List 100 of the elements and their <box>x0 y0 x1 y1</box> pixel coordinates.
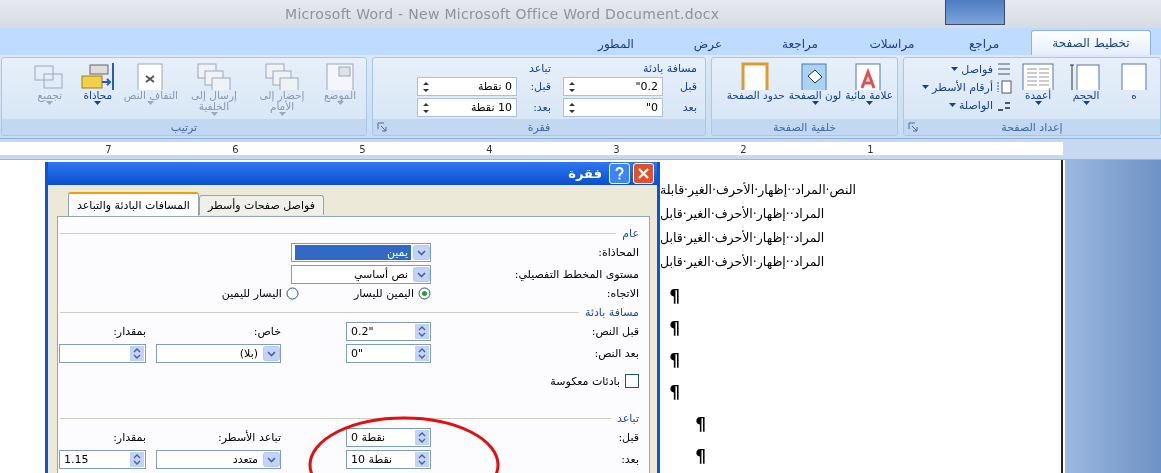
ribbon-tab[interactable]: مراجعة <box>755 32 845 55</box>
spinner-field[interactable]: 10 نقطة <box>346 450 431 469</box>
ruler-number: 2 <box>739 143 748 155</box>
caret-icon <box>278 112 286 116</box>
paragraph-mark: ¶ <box>695 445 706 468</box>
group-title: إعداد الصفحة <box>1001 120 1063 134</box>
radio-option[interactable]: اليمين لليسار <box>353 287 431 300</box>
spin-arrows-icon <box>422 80 430 93</box>
caret-icon <box>865 101 873 105</box>
office-button[interactable] <box>945 0 1005 25</box>
page-icon <box>1120 62 1148 90</box>
ruler-number: 3 <box>612 143 621 155</box>
ribbon-tab[interactable]: مراسلات <box>847 32 937 55</box>
caret-icon <box>147 101 155 105</box>
paragraph-mark: ¶ <box>669 317 680 340</box>
spin-arrows-icon <box>130 346 144 361</box>
ruler-number: 7 <box>104 143 113 155</box>
caret-icon <box>1034 101 1042 105</box>
dialog-tab[interactable]: المسافات البادئة والتباعد <box>68 192 199 216</box>
dropdown[interactable]: يمين <box>291 243 431 262</box>
dialog-launcher-icon[interactable] <box>377 122 387 132</box>
text-wrap-icon <box>135 62 166 90</box>
ribbon-button[interactable]: لون الصفحة <box>788 62 842 105</box>
checkbox[interactable] <box>625 374 639 388</box>
help-button[interactable] <box>609 163 630 184</box>
dropdown[interactable]: نص أساسي <box>291 265 431 284</box>
ribbon-tab[interactable]: المطور <box>571 32 661 55</box>
caret-icon <box>210 112 218 116</box>
close-icon <box>638 168 649 179</box>
caret-icon <box>951 67 959 71</box>
spinner-field[interactable]: 0.2" <box>346 322 431 341</box>
field-label: قبل <box>679 80 697 93</box>
spinner-field[interactable]: 0 نقطة <box>417 77 517 96</box>
ribbon-button[interactable]: الحجم <box>1064 62 1108 105</box>
spinner-field[interactable]: 0 نقطة <box>346 428 431 447</box>
caret-icon <box>922 85 930 89</box>
ribbon-small-button[interactable]: أرقام الأسطر <box>922 80 1012 94</box>
caret-icon <box>94 101 102 105</box>
spin-arrows-icon <box>415 346 429 361</box>
field-label: بعد: <box>620 453 639 466</box>
page-breaks-icon <box>996 62 1012 76</box>
caret-icon <box>811 101 819 105</box>
position-icon <box>324 62 356 90</box>
paragraph-mark: ¶ <box>669 285 680 308</box>
section-title: مسافة بادئة <box>642 62 697 75</box>
ribbon-tab[interactable]: تخطيط الصفحة <box>1031 30 1151 55</box>
paint-bucket-page-icon <box>800 62 830 90</box>
field-label: الاتجاه: <box>605 287 639 300</box>
ribbon-small-button[interactable]: فواصل <box>922 62 1012 76</box>
field-label: قبل: <box>617 431 639 444</box>
document-text-line: المراد··إظهار·الأحرف·الغير·قابل <box>660 205 825 224</box>
group-title: ترتيب <box>170 120 198 134</box>
document-text-line: النص·المراد··إظهار·الأحرف·الغير·قابلة <box>660 181 856 200</box>
document-text-line: المراد··إظهار·الأحرف·الغير·قابل <box>660 229 825 248</box>
align-icon <box>79 62 116 90</box>
field-label: قبل النص: <box>590 325 639 338</box>
ribbon-tab[interactable]: عرض <box>663 32 753 55</box>
spinner-field[interactable] <box>59 344 146 363</box>
ribbon-button[interactable]: أعمدة <box>1016 62 1060 105</box>
layers-icon <box>196 62 232 90</box>
field-label: بمقدار: <box>112 431 146 444</box>
spinner-field[interactable]: 0" <box>346 344 431 363</box>
field-label: مستوى المخطط التفصيلي: <box>513 268 639 281</box>
ribbon-button[interactable]: ه <box>1112 62 1156 101</box>
spinner-field[interactable]: 1.15 <box>59 450 146 469</box>
field-label: بعد النص: <box>593 347 639 360</box>
paragraph-mark: ¶ <box>669 349 680 372</box>
ribbon-button[interactable]: حدود الصفحة <box>726 62 785 101</box>
spin-arrows-icon <box>422 101 430 114</box>
close-button[interactable] <box>633 163 654 184</box>
line-numbers-icon <box>996 80 1012 94</box>
checkbox-option[interactable]: بادئات معكوسة <box>291 374 639 388</box>
spin-arrows-icon <box>415 324 429 339</box>
dialog-tab[interactable]: فواصل صفحات وأسطر <box>198 195 324 215</box>
ruler-number: 6 <box>231 143 240 155</box>
spinner-field[interactable]: 10 نقطة <box>417 98 517 117</box>
field-label: بمقدار: <box>112 325 146 338</box>
section-title: تباعد <box>527 62 551 75</box>
spin-arrows-icon <box>568 101 576 114</box>
spin-arrows-icon <box>568 80 576 93</box>
ribbon-button[interactable]: محاذاة <box>75 62 120 105</box>
columns-icon <box>1021 62 1055 90</box>
ribbon-small-button[interactable]: الواصلة <box>922 98 1012 112</box>
ribbon-tab[interactable]: مراجع <box>939 32 1029 55</box>
caret-icon <box>1082 101 1090 105</box>
page-borders-icon <box>740 62 771 90</box>
question-mark-icon <box>615 167 624 180</box>
dropdown[interactable]: (بلا) <box>156 344 281 363</box>
paragraph-mark: ¶ <box>669 381 680 404</box>
dropdown[interactable]: متعدد <box>156 450 281 469</box>
dialog-title: فقرة <box>568 166 602 181</box>
field-label: خاص: <box>253 325 281 338</box>
page-size-icon <box>1069 62 1103 90</box>
dialog-launcher-icon[interactable] <box>908 122 918 132</box>
document-text-line: المراد··إظهار·الأحرف·الغير·قابل <box>660 253 825 272</box>
spinner-field[interactable]: 0" <box>563 98 663 117</box>
radio-option[interactable]: اليسار لليمين <box>221 287 299 300</box>
ribbon-button[interactable]: علامة مائية <box>845 62 893 105</box>
spinner-field[interactable]: 0.2" <box>563 77 663 96</box>
ruler-number: 4 <box>485 143 494 155</box>
